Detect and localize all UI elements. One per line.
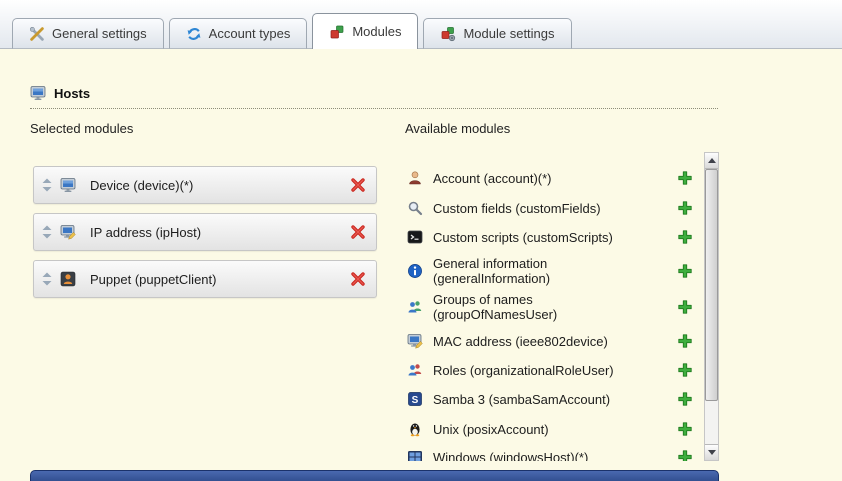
module-label: Puppet (puppetClient)	[90, 272, 216, 287]
unix-icon	[407, 421, 423, 437]
available-modules-panel: Account (account)(*) Custom fields (cust…	[405, 152, 719, 461]
module-label: Unix (posixAccount)	[433, 422, 645, 437]
available-module-row: S Samba 3 (sambaSamAccount)	[407, 391, 701, 407]
modules-icon	[329, 24, 345, 40]
module-label: MAC address (ieee802device)	[433, 334, 645, 349]
add-module-button[interactable]	[677, 200, 693, 216]
available-module-row: Windows (windowsHost)(*)	[407, 449, 701, 461]
mac-address-icon	[407, 333, 423, 349]
roles-icon	[407, 362, 423, 378]
tab-bar: General settings Account types	[0, 0, 842, 49]
module-label: Windows (windowsHost)(*)	[433, 450, 645, 462]
computer-icon	[30, 85, 46, 101]
remove-module-button[interactable]	[350, 224, 366, 240]
hosts-section-header: Hosts	[30, 85, 718, 109]
tab-label: Account types	[209, 26, 291, 41]
remove-icon	[350, 275, 366, 290]
terminal-icon	[407, 229, 423, 245]
remove-module-button[interactable]	[350, 177, 366, 193]
add-module-button[interactable]	[677, 362, 693, 378]
remove-icon	[350, 228, 366, 243]
selected-modules-heading: Selected modules	[30, 121, 133, 136]
module-label: General information (generalInformation)	[433, 256, 645, 286]
add-module-button[interactable]	[677, 263, 693, 279]
magnifier-icon	[407, 200, 423, 216]
windows-icon	[407, 449, 423, 461]
tab-label: General settings	[52, 26, 147, 41]
bottom-section-bar	[30, 470, 719, 481]
plus-icon	[677, 425, 693, 440]
available-module-row: Custom scripts (customScripts)	[407, 229, 701, 245]
remove-module-button[interactable]	[350, 271, 366, 287]
module-label: Account (account)(*)	[433, 171, 645, 186]
ip-address-icon	[60, 224, 76, 240]
plus-icon	[677, 453, 693, 461]
tools-icon	[29, 26, 45, 42]
sync-icon	[186, 26, 202, 42]
plus-icon	[677, 366, 693, 381]
arrow-up-icon	[708, 158, 716, 163]
tab-label: Module settings	[463, 26, 554, 41]
plus-icon	[677, 303, 693, 318]
scroll-thumb[interactable]	[705, 169, 718, 401]
available-module-row: Groups of names (groupOfNamesUser)	[407, 292, 701, 322]
plus-icon	[677, 395, 693, 410]
selected-module-row[interactable]: Puppet (puppetClient)	[33, 260, 377, 298]
tab-general-settings[interactable]: General settings	[12, 18, 164, 49]
available-module-row: Unix (posixAccount)	[407, 421, 701, 437]
drag-handle-icon[interactable]	[42, 178, 52, 192]
tab-modules[interactable]: Modules	[312, 13, 418, 49]
add-module-button[interactable]	[677, 333, 693, 349]
scroll-up-button[interactable]	[705, 153, 718, 169]
scroll-down-button[interactable]	[705, 444, 718, 460]
available-module-row: Roles (organizationalRoleUser)	[407, 362, 701, 378]
drag-handle-icon[interactable]	[42, 225, 52, 239]
module-label: Groups of names (groupOfNamesUser)	[433, 292, 645, 322]
available-module-row: Custom fields (customFields)	[407, 200, 701, 216]
add-module-button[interactable]	[677, 449, 693, 461]
group-icon	[407, 299, 423, 315]
tab-account-types[interactable]: Account types	[169, 18, 308, 49]
remove-icon	[350, 181, 366, 196]
plus-icon	[677, 233, 693, 248]
plus-icon	[677, 267, 693, 282]
available-module-row: Account (account)(*)	[407, 170, 701, 186]
samba-icon: S	[407, 391, 423, 407]
tab-label: Modules	[352, 24, 401, 39]
add-module-button[interactable]	[677, 170, 693, 186]
plus-icon	[677, 337, 693, 352]
module-label: IP address (ipHost)	[90, 225, 201, 240]
tab-module-settings[interactable]: Module settings	[423, 18, 571, 49]
device-icon	[60, 177, 76, 193]
drag-handle-icon[interactable]	[42, 272, 52, 286]
add-module-button[interactable]	[677, 299, 693, 315]
add-module-button[interactable]	[677, 391, 693, 407]
arrow-down-icon	[708, 450, 716, 455]
svg-text:S: S	[412, 395, 419, 406]
selected-module-row[interactable]: IP address (ipHost)	[33, 213, 377, 251]
module-label: Custom fields (customFields)	[433, 201, 645, 216]
scrollbar[interactable]	[704, 152, 719, 461]
selected-module-row[interactable]: Device (device)(*)	[33, 166, 377, 204]
add-module-button[interactable]	[677, 229, 693, 245]
lam-configuration-window: General settings Account types	[0, 0, 842, 481]
tab-strip: General settings Account types	[12, 13, 577, 49]
module-label: Roles (organizationalRoleUser)	[433, 363, 645, 378]
plus-icon	[677, 174, 693, 189]
puppet-icon	[60, 271, 76, 287]
module-settings-icon	[440, 26, 456, 42]
info-icon	[407, 263, 423, 279]
available-module-row: General information (generalInformation)	[407, 256, 701, 286]
module-label: Device (device)(*)	[90, 178, 193, 193]
available-modules-heading: Available modules	[405, 121, 510, 136]
account-icon	[407, 170, 423, 186]
plus-icon	[677, 204, 693, 219]
module-label: Samba 3 (sambaSamAccount)	[433, 392, 645, 407]
section-title: Hosts	[54, 86, 90, 101]
module-label: Custom scripts (customScripts)	[433, 230, 645, 245]
add-module-button[interactable]	[677, 421, 693, 437]
available-module-row: MAC address (ieee802device)	[407, 333, 701, 349]
